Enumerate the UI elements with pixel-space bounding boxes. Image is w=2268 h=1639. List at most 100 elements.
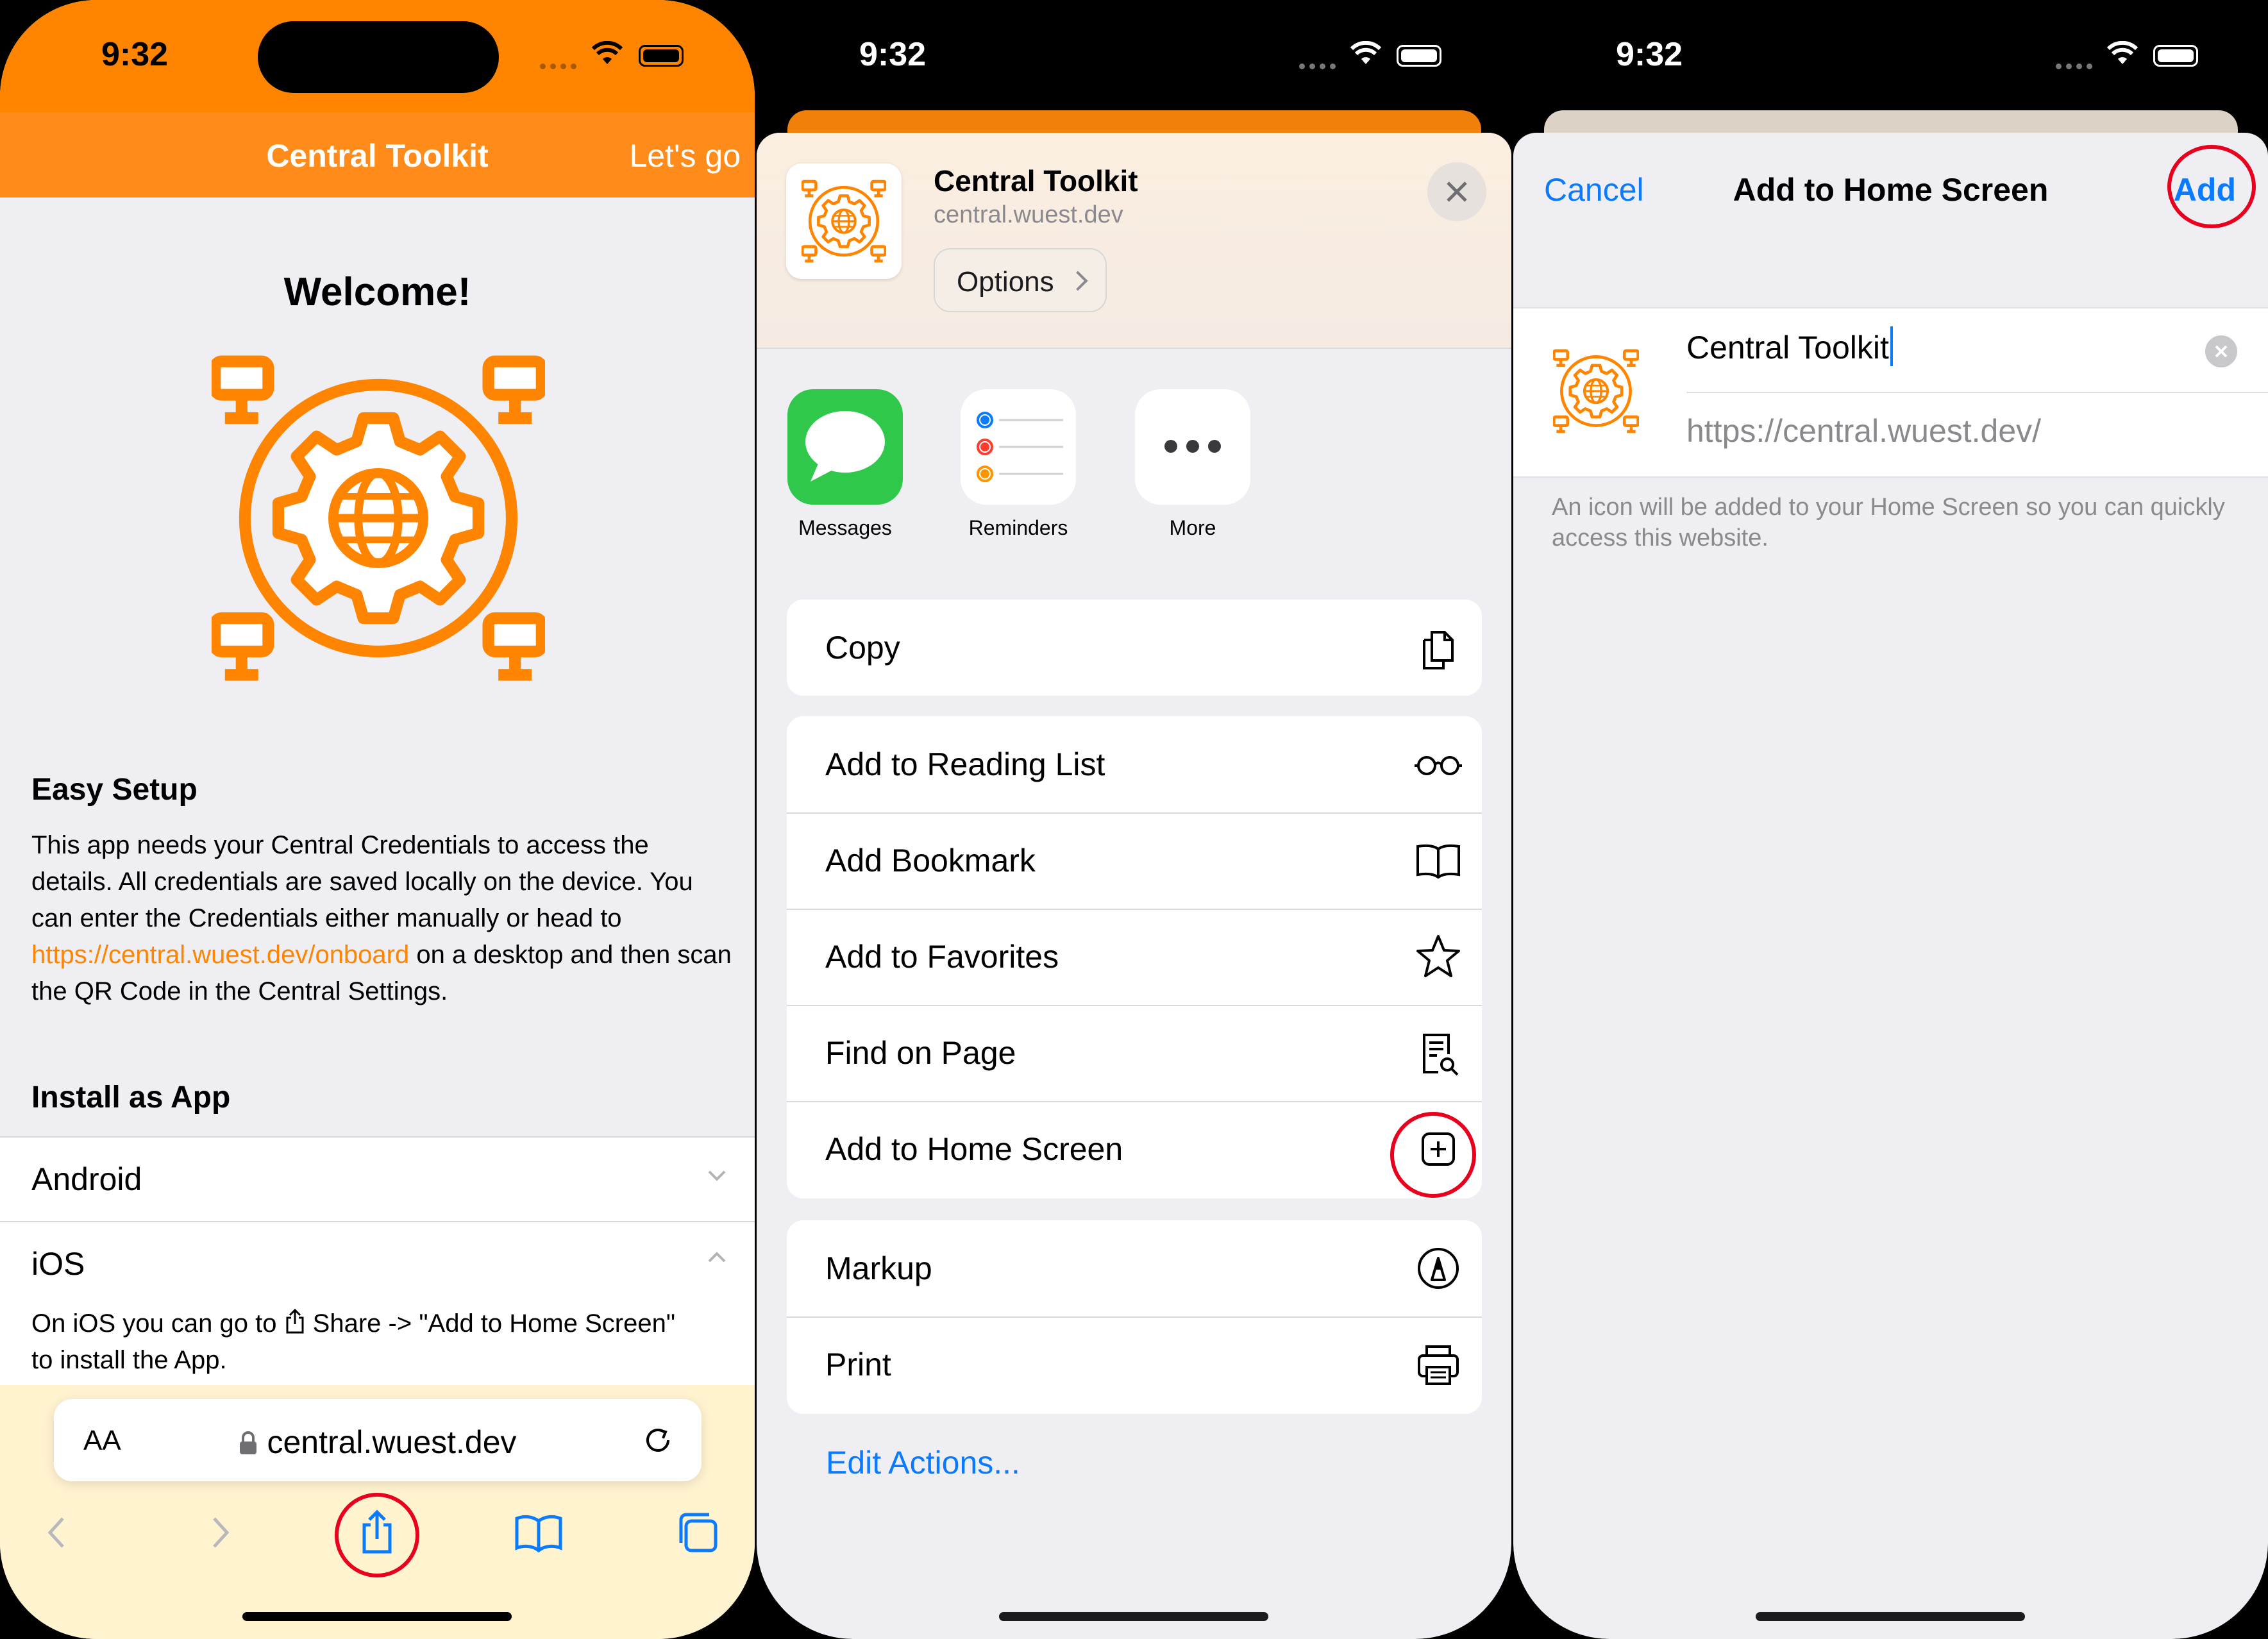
wifi-icon: [591, 41, 623, 64]
bookmark-label: Add Bookmark: [825, 843, 1036, 878]
onboard-link[interactable]: https://central.wuest.dev/onboard: [31, 941, 409, 969]
printer-icon: [1418, 1345, 1459, 1385]
ios-text-start: On iOS you can go to: [31, 1309, 284, 1338]
status-bar: 9:32: [0, 0, 755, 112]
more-label: More: [1169, 516, 1216, 539]
address-url: central.wuest.dev: [267, 1424, 517, 1460]
copy-action[interactable]: Copy: [787, 600, 1482, 696]
welcome-heading: Welcome!: [283, 270, 471, 314]
ios-accordion[interactable]: iOS On iOS you can go to Share -> "Add t…: [0, 1221, 755, 1386]
more-apps-button[interactable]: [1135, 389, 1250, 505]
dialog-title: Add to Home Screen: [1733, 172, 2049, 208]
star-icon: [1416, 935, 1460, 977]
app-logo: [212, 351, 545, 685]
wifi-icon: [1350, 41, 1382, 64]
signal-icon: [2056, 61, 2101, 69]
battery-icon: [1397, 45, 1441, 67]
ios-label: iOS: [31, 1246, 85, 1282]
home-indicator: [999, 1612, 1268, 1621]
text-cursor: [1890, 326, 1893, 366]
favorites-label: Add to Favorites: [825, 939, 1059, 975]
book-icon: [1416, 844, 1460, 879]
options-button[interactable]: Options: [934, 248, 1107, 312]
share-sheet-header: Central Toolkit central.wuest.dev Option…: [757, 133, 1511, 349]
home-indicator: [242, 1612, 512, 1621]
battery-icon: [639, 45, 684, 67]
easy-setup-text: This app needs your Central Credentials …: [31, 827, 737, 1010]
address-text: central.wuest.dev: [54, 1424, 701, 1461]
edit-actions-link[interactable]: Edit Actions...: [826, 1444, 1020, 1481]
row-separator: [787, 1101, 1482, 1102]
back-icon[interactable]: [32, 1507, 83, 1558]
signal-icon: [1299, 61, 1344, 69]
markup-label: Markup: [825, 1250, 932, 1286]
add-to-home-screen-action[interactable]: Add to Home Screen: [787, 1101, 1482, 1197]
address-bar[interactable]: AA central.wuest.dev: [54, 1399, 701, 1481]
glasses-icon: [1415, 756, 1462, 775]
clear-button[interactable]: [2205, 335, 2237, 367]
close-icon: [1447, 181, 1467, 202]
reading-list-label: Add to Reading List: [825, 746, 1105, 782]
reminders-icon: [977, 412, 1063, 482]
add-highlight-ring: [2167, 145, 2256, 228]
site-logo-icon: [802, 179, 886, 264]
clear-icon: [2215, 345, 2228, 358]
favorites-action[interactable]: Add to Favorites: [787, 909, 1482, 1005]
status-bar: 9:32: [1513, 0, 2268, 112]
share-inline-icon: [286, 1308, 304, 1334]
reminders-label: Reminders: [968, 516, 1068, 539]
signal-icon: [540, 61, 585, 69]
add-home-screen-sheet: Cancel Add to Home Screen Add Central To…: [1513, 133, 2268, 1639]
print-label: Print: [825, 1347, 891, 1383]
bookmarks-icon[interactable]: [513, 1507, 564, 1558]
close-button[interactable]: [1427, 162, 1486, 221]
actions-group: Add to Reading List Add Bookmark Add to …: [787, 716, 1482, 1198]
row-separator: [787, 909, 1482, 910]
android-accordion[interactable]: Android: [0, 1136, 755, 1221]
share-highlight-ring: [335, 1493, 419, 1577]
field-separator: [1686, 392, 2268, 393]
find-on-page-action[interactable]: Find on Page: [787, 1005, 1482, 1101]
install-heading: Install as App: [31, 1080, 231, 1114]
row-separator: [787, 1316, 1482, 1318]
chevron-down-icon: [708, 1170, 726, 1181]
messages-app-button[interactable]: [787, 389, 903, 505]
copy-label: Copy: [825, 630, 900, 666]
tabs-icon[interactable]: [673, 1507, 725, 1558]
reminders-app-button[interactable]: [961, 389, 1076, 505]
bookmark-action[interactable]: Add Bookmark: [787, 812, 1482, 909]
share-sheet-screen: 9:32 Central Toolkit central.wuest.dev O…: [757, 0, 1511, 1639]
lock-icon: [240, 1431, 257, 1454]
row-separator: [787, 812, 1482, 814]
status-time: 9:32: [1616, 36, 1683, 73]
name-field[interactable]: Central Toolkit: [1686, 326, 1893, 366]
row-separator: [787, 1005, 1482, 1006]
chevron-up-icon: [708, 1252, 726, 1263]
status-time: 9:32: [101, 36, 169, 73]
home-indicator: [1756, 1612, 2025, 1621]
easy-setup-heading: Easy Setup: [31, 773, 197, 807]
url-field: https://central.wuest.dev/: [1686, 413, 2042, 449]
reload-icon[interactable]: [640, 1422, 676, 1458]
more-icon: [1164, 440, 1221, 453]
home-screen-highlight-ring: [1390, 1112, 1476, 1198]
copy-icon: [1423, 631, 1454, 669]
lets-go-button[interactable]: Let's go: [629, 137, 741, 174]
messages-icon: [805, 411, 885, 482]
helper-text: An icon will be added to your Home Scree…: [1552, 494, 2225, 551]
reading-list-action[interactable]: Add to Reading List: [787, 716, 1482, 812]
add-home-screen-dialog: 9:32 Cancel Add to Home Screen Add Centr…: [1513, 0, 2268, 1639]
messages-label: Messages: [798, 516, 892, 539]
share-title: Central Toolkit: [934, 164, 1138, 198]
options-label: Options: [957, 266, 1054, 298]
safari-screen: 9:32 Central Toolkit Let's go Welcome! E…: [0, 0, 755, 1639]
forward-icon[interactable]: [194, 1507, 245, 1558]
android-label: Android: [31, 1161, 142, 1197]
copy-group: Copy: [787, 600, 1482, 696]
site-icon: [786, 164, 902, 279]
markup-action[interactable]: Markup: [787, 1220, 1482, 1316]
markup-icon: [1418, 1248, 1459, 1289]
share-url: central.wuest.dev: [934, 201, 1123, 228]
share-sheet: Central Toolkit central.wuest.dev Option…: [757, 133, 1511, 1639]
print-action[interactable]: Print: [787, 1316, 1482, 1413]
